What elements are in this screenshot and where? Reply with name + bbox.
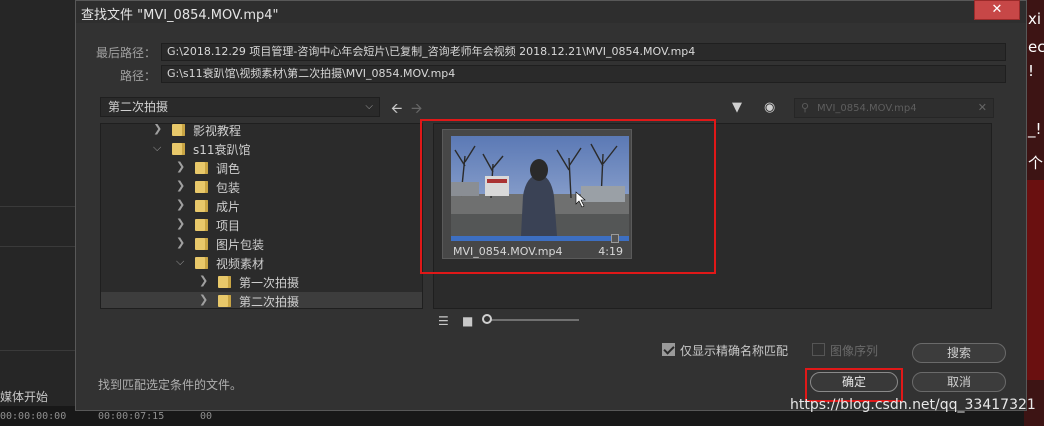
exact-name-label: 仅显示精确名称匹配 [680,344,789,358]
image-sequence-checkbox[interactable] [812,343,825,356]
chevron-right-icon[interactable]: ❯ [176,160,185,173]
cancel-button[interactable]: 取消 [912,372,1006,392]
forward-arrow-icon[interactable]: 🡪 [411,98,422,122]
path-label: 路径： [119,69,156,83]
media-filename: MVI_0854.MOV.mp4 [453,245,563,258]
tree-item-label: 包装 [216,181,241,195]
tree-item-label: 调色 [216,162,241,176]
folder-icon [195,181,208,193]
background-timecode: 00:00:00:00 [0,411,67,422]
background-side-text: ! [1028,62,1035,80]
folder-icon [195,238,208,250]
chevron-right-icon[interactable]: ❯ [176,217,185,230]
scrub-handle[interactable] [610,234,619,243]
close-icon: ✕ [991,2,1003,17]
folder-icon [195,257,208,269]
media-duration: 4:19 [598,245,623,258]
filter-icon[interactable]: ▼ [732,100,742,115]
tree-item-label: 第二次拍摄 [239,295,300,309]
folder-icon [195,162,208,174]
folder-dropdown[interactable]: 第二次拍摄 ⌵ [100,97,380,117]
folder-icon [172,124,185,136]
video-thumbnail [451,136,629,236]
chevron-down-icon: ⌵ [365,101,373,112]
find-file-dialog: 查找文件 "MVI_0854.MOV.mp4" ✕ 最后路径： G:\2018.… [75,0,1027,411]
tree-item-label: 图片包装 [216,238,265,252]
folder-dropdown-value: 第二次拍摄 [108,100,169,114]
chevron-right-icon[interactable]: ❯ [199,274,208,287]
chevron-down-icon[interactable]: ⌵ [176,255,184,269]
zoom-slider-knob[interactable] [482,314,492,324]
clear-icon[interactable]: ✕ [978,101,987,114]
chevron-down-icon[interactable]: ⌵ [153,141,161,155]
tree-item-视频素材[interactable]: ⌵ 视频素材 [101,254,422,273]
background-side-text: 个 [1028,154,1044,172]
background-side-text: ec [1028,38,1044,56]
media-thumbnail-card[interactable]: MVI_0854.MOV.mp4 4:19 [442,129,632,259]
last-path-field[interactable]: G:\2018.12.29 项目管理-咨询中心年会短片\已复制_咨询老师年会视频… [161,43,1006,61]
tree-item-label: 成片 [216,200,241,214]
tree-item-label: s11衰趴馆 [193,143,251,157]
dialog-titlebar[interactable]: 查找文件 "MVI_0854.MOV.mp4" ✕ [76,0,1026,23]
background-side-text: xi [1028,10,1042,28]
folder-icon [195,219,208,231]
tree-item-项目[interactable]: ❯ 项目 [101,216,422,235]
status-message: 找到匹配选定条件的文件。 [98,378,243,392]
folder-tree: ❯ 影视教程 ⌵ s11衰趴馆 ❯ 调色 ❯ 包装 ❯ 成片 ❯ 项目 ❯ 图片… [100,123,423,309]
tree-item-包装[interactable]: ❯ 包装 [101,178,422,197]
background-timecode: 00 [200,411,213,422]
background-side-text: _! [1028,120,1042,138]
tree-item-label: 第一次拍摄 [239,276,300,290]
icon-view-icon[interactable]: ■ [462,314,473,328]
list-view-icon[interactable]: ☰ [438,314,449,328]
tree-item-label: 影视教程 [193,124,242,138]
dialog-title: 查找文件 "MVI_0854.MOV.mp4" [81,8,279,23]
tree-item-s11[interactable]: ⌵ s11衰趴馆 [101,140,422,159]
chevron-right-icon[interactable]: ❯ [199,293,208,306]
exact-name-checkbox[interactable] [662,343,675,356]
tree-item-第二次拍摄[interactable]: ❯ 第二次拍摄 [101,292,422,309]
search-button[interactable]: 搜索 [912,343,1006,363]
zoom-slider-track[interactable] [487,319,579,321]
folder-icon [218,276,231,288]
media-browser-panel: MVI_0854.MOV.mp4 4:19 [433,123,992,309]
search-box[interactable]: ⚲ ✕ [794,98,994,118]
tree-item-成片[interactable]: ❯ 成片 [101,197,422,216]
path-field[interactable]: G:\s11衰趴馆\视频素材\第二次拍摄\MVI_0854.MOV.mp4 [161,65,1006,83]
background-timecode: 00:00:07:15 [98,411,165,422]
chevron-right-icon[interactable]: ❯ [153,124,162,135]
chevron-right-icon[interactable]: ❯ [176,179,185,192]
image-sequence-label: 图像序列 [830,344,879,358]
tree-item-影视教程[interactable]: ❯ 影视教程 [101,124,422,140]
tree-item-label: 项目 [216,219,241,233]
chevron-right-icon[interactable]: ❯ [176,236,185,249]
ok-button[interactable]: 确定 [810,372,898,392]
background-media-start-label: 媒体开始 [0,390,49,404]
chevron-right-icon[interactable]: ❯ [176,198,185,211]
tree-item-图片包装[interactable]: ❯ 图片包装 [101,235,422,254]
folder-icon [218,295,231,307]
folder-icon [172,143,185,155]
eye-icon[interactable]: ◉ [764,100,775,115]
tree-item-第一次拍摄[interactable]: ❯ 第一次拍摄 [101,273,422,292]
scrub-bar[interactable] [451,234,629,243]
folder-icon [195,200,208,212]
background-left-panel [0,0,76,426]
search-input[interactable] [817,100,967,116]
close-button[interactable]: ✕ [974,0,1020,20]
tree-item-label: 视频素材 [216,257,265,271]
back-arrow-icon[interactable]: 🡨 [391,98,402,122]
search-icon: ⚲ [801,101,810,114]
tree-item-调色[interactable]: ❯ 调色 [101,159,422,178]
watermark-text: https://blog.csdn.net/qq_33417321 [790,397,1036,413]
last-path-label: 最后路径： [95,46,156,60]
